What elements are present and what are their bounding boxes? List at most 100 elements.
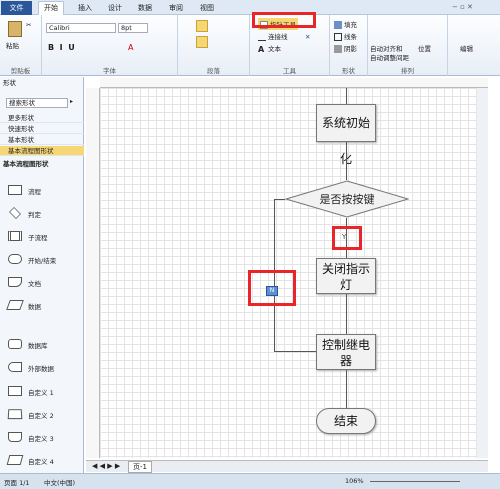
zoom-level: 106% xyxy=(345,477,364,485)
font-color-button[interactable]: A xyxy=(128,43,133,52)
stencil-custom-4[interactable]: 自定义 4 xyxy=(0,451,84,471)
process-relay-line1: 控制继电 xyxy=(321,338,370,352)
stencil-custom-3[interactable]: 自定义 3 xyxy=(0,428,84,448)
fill-button[interactable]: 填充 xyxy=(334,19,357,29)
stencil-data[interactable]: 数据 xyxy=(0,296,84,316)
data-icon xyxy=(6,300,24,310)
page-tab-1[interactable]: 页-1 xyxy=(128,461,152,473)
auto-spacing-label[interactable]: 自动调整间距 xyxy=(370,52,409,62)
stencil-label: 外部数据 xyxy=(28,365,54,373)
tab-view[interactable]: 视图 xyxy=(196,2,218,14)
custom-3-icon xyxy=(8,432,22,442)
connector-label: 连接线 xyxy=(268,33,288,41)
clipboard-group: 粘贴 ✂ 剪贴板 xyxy=(0,15,42,76)
text-button[interactable]: A 文本 xyxy=(258,43,281,54)
process-close-light[interactable]: 关闭指示灯 xyxy=(316,258,376,294)
arrange-group: 自动对齐和 自动调整间距 位置 排列 xyxy=(368,15,448,76)
connector-3[interactable] xyxy=(346,370,347,408)
stencil-decision[interactable]: 判定 xyxy=(0,204,84,224)
vertical-ruler xyxy=(86,88,100,458)
stencil-process[interactable]: 流程 xyxy=(0,181,84,201)
stencil-document[interactable]: 文档 xyxy=(0,273,84,293)
stencil-label: 自定义 4 xyxy=(28,458,54,466)
pointer-tool-highlight xyxy=(252,12,316,28)
decision-key[interactable]: 是否按按键 xyxy=(284,180,410,218)
tab-insert[interactable]: 插入 xyxy=(74,2,96,14)
tools-label: 工具 xyxy=(283,67,296,75)
search-shapes-input[interactable]: 搜索形状 xyxy=(6,98,68,108)
bold-button[interactable]: B I U xyxy=(48,43,75,52)
decision-label: 是否按按键 xyxy=(319,193,375,206)
tab-data[interactable]: 数据 xyxy=(134,2,156,14)
stencil-custom-1[interactable]: 自定义 1 xyxy=(0,382,84,402)
process-relay[interactable]: 控制继电器 xyxy=(316,334,376,370)
font-name-select[interactable]: Calibri xyxy=(46,23,116,33)
paste-label[interactable]: 粘贴 xyxy=(6,40,19,50)
stencil-label: 数据库 xyxy=(28,342,48,350)
connector-top[interactable] xyxy=(346,88,347,104)
cut-icon[interactable]: ✂ xyxy=(26,21,31,29)
connector-2[interactable] xyxy=(346,294,347,334)
external-data-icon xyxy=(8,362,22,372)
connector-button[interactable]: 连接线 xyxy=(258,31,288,41)
shadow-icon xyxy=(334,45,342,53)
stencil-label: 判定 xyxy=(28,211,41,219)
process-init[interactable]: 系统初始化 xyxy=(316,104,376,166)
search-icon[interactable]: ▸ xyxy=(70,98,78,108)
stencil-terminator[interactable]: 开始/结束 xyxy=(0,250,84,270)
stencil-section-title: 基本流程图形状 xyxy=(3,160,49,168)
stencil-label: 流程 xyxy=(28,188,41,196)
tab-review[interactable]: 审阅 xyxy=(165,2,187,14)
tab-design[interactable]: 设计 xyxy=(104,2,126,14)
paragraph-label: 段落 xyxy=(207,67,220,75)
stencil-custom-2[interactable]: 自定义 2 xyxy=(0,405,84,425)
flowchart-shapes-row[interactable]: 基本流程图形状 xyxy=(0,146,84,156)
tab-file[interactable]: 文件 xyxy=(1,1,32,15)
tab-home[interactable]: 开始 xyxy=(38,1,64,15)
basic-shapes-row[interactable]: 基本形状 xyxy=(0,135,84,145)
fill-icon xyxy=(334,21,342,29)
paragraph-group: 段落 xyxy=(178,15,250,76)
connection-point-icon[interactable]: ✕ xyxy=(305,33,310,41)
window-controls[interactable]: − ▫ ✕ xyxy=(452,3,496,13)
connector-no-h2[interactable] xyxy=(274,351,316,352)
stencil-label: 文档 xyxy=(28,280,41,288)
edit-button[interactable]: 编辑 xyxy=(460,43,473,53)
shadow-label: 阴影 xyxy=(344,45,357,53)
clipboard-label: 剪贴板 xyxy=(10,67,31,75)
more-shapes-row[interactable]: 更多形状 xyxy=(0,113,84,123)
vertical-scrollbar[interactable] xyxy=(477,88,488,458)
status-language: 中文(中国) xyxy=(44,479,76,487)
align-center-button[interactable] xyxy=(196,20,208,32)
fill-label: 填充 xyxy=(344,21,357,29)
quick-shapes-row[interactable]: 快速形状 xyxy=(0,124,84,134)
stencil-label: 自定义 1 xyxy=(28,389,54,397)
status-bar: 页面 1/1 中文(中国) 106% xyxy=(0,473,500,489)
custom-4-icon xyxy=(6,455,24,465)
stencil-external-data[interactable]: 外部数据 xyxy=(0,358,84,378)
page-nav-icons[interactable]: ◀ ◀ ▶ ▶ xyxy=(92,462,120,470)
ribbon-tabs: 文件 开始 插入 设计 数据 审阅 视图 − ▫ ✕ xyxy=(0,0,500,15)
ribbon: 粘贴 ✂ 剪贴板 Calibri 8pt B I U A 字体 段落 指针工具 … xyxy=(0,15,500,76)
stencil-label: 子流程 xyxy=(28,234,48,242)
zoom-slider[interactable] xyxy=(370,481,460,482)
position-button[interactable]: 位置 xyxy=(418,43,431,53)
line-button[interactable]: 线条 xyxy=(334,31,357,41)
no-label-highlight xyxy=(248,270,296,306)
align-middle-button[interactable] xyxy=(196,36,208,48)
terminator-end[interactable]: 结束 xyxy=(316,408,376,434)
decision-icon xyxy=(9,207,21,219)
process-relay-line2: 器 xyxy=(339,354,352,368)
connector-no-h1[interactable] xyxy=(274,199,285,200)
arrange-label: 排列 xyxy=(401,67,414,75)
stencil-subprocess[interactable]: 子流程 xyxy=(0,227,84,247)
font-size-select[interactable]: 8pt xyxy=(118,23,148,33)
connector-1[interactable] xyxy=(346,142,347,180)
document-icon xyxy=(8,277,22,287)
stencil-label: 自定义 3 xyxy=(28,435,54,443)
paste-icon[interactable] xyxy=(8,21,22,37)
terminator-icon xyxy=(8,254,22,264)
stencil-database[interactable]: 数据库 xyxy=(0,335,84,355)
stencil-label: 自定义 2 xyxy=(28,412,54,420)
shadow-button[interactable]: 阴影 xyxy=(334,43,357,53)
